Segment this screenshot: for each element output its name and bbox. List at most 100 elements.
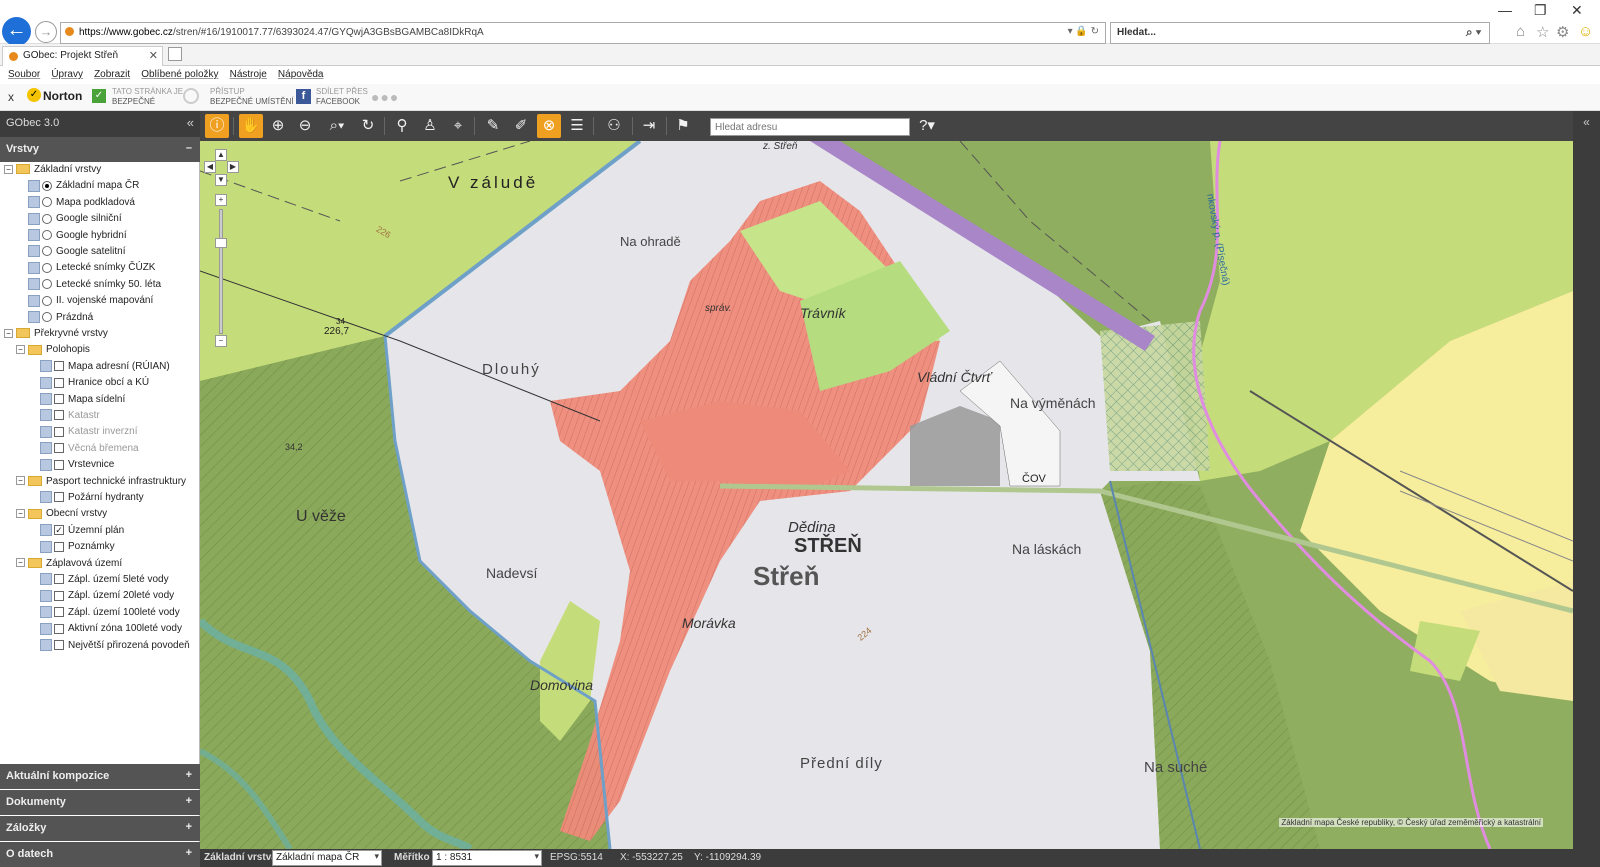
right-panel-strip[interactable]: « [1573,111,1600,867]
section-zalozky[interactable]: Záložky + [0,816,200,841]
info-tool-button[interactable]: ⓘ [205,114,229,138]
tree-group[interactable]: − Polohopis [16,342,90,358]
gps-tool-button[interactable]: ⌖ [446,114,470,138]
close-window-icon[interactable]: ✕ [1571,2,1583,19]
tree-expand-icon[interactable]: − [16,558,25,568]
menu-upravy[interactable]: Úpravy [51,69,83,80]
base-layer-option[interactable]: Google silniční [28,211,122,227]
tree-group[interactable]: − Překryvné vrstvy [4,326,108,342]
overlay-layer-option[interactable]: ✓ Územní plán [40,523,124,539]
tree-expand-icon[interactable]: − [4,328,13,338]
tree-group[interactable]: − Záplavová území [16,556,122,572]
base-layer-option[interactable]: Mapa podkladová [28,195,135,211]
base-layer-option[interactable]: Letecké snímky ČÚZK [28,260,155,276]
home-icon[interactable]: ⌂ [1516,23,1525,40]
restore-icon[interactable]: ❐ [1534,2,1547,19]
overlay-layer-option[interactable]: Hranice obcí a KÚ [40,375,149,391]
overlay-layer-option[interactable]: Aktivní zóna 100leté vody [40,621,182,637]
checkbox[interactable] [54,377,64,388]
menu-napoveda[interactable]: Nápověda [278,69,324,80]
checkbox[interactable] [54,607,64,618]
radio-button[interactable] [42,246,52,257]
overlay-layer-option[interactable]: Zápl. území 100leté vody [40,605,180,621]
browser-search-box[interactable]: Hledat... ⌕ ▾ [1110,22,1490,44]
help-button[interactable]: ?▾ [912,114,942,138]
lock-refresh-icon[interactable]: ▾ 🔒 ↻ [1068,26,1099,37]
forward-button[interactable]: → [35,21,57,43]
checkbox[interactable] [54,426,64,437]
radio-button[interactable] [42,295,52,306]
back-button[interactable]: ← [2,17,31,46]
section-dokumenty[interactable]: Dokumenty + [0,790,200,815]
base-layer-option[interactable]: Google satelitní [28,244,126,260]
radio-button[interactable] [42,279,52,290]
edit-tool-button[interactable]: ✐ [509,114,533,138]
collapse-icon[interactable]: – [186,142,192,154]
menu-zobrazit[interactable]: Zobrazit [94,69,130,80]
base-layer-option[interactable]: Google hybridní [28,228,127,244]
zoom-slider-handle[interactable] [215,238,227,248]
radio-button[interactable] [42,213,52,224]
tree-group[interactable]: − Obecní vrstvy [16,506,107,522]
base-layer-option[interactable]: Letecké snímky 50. léta [28,277,161,293]
address-bar[interactable]: https://www.gobec.cz/stren/#16/1910017.7… [60,22,1106,44]
map-canvas[interactable]: ▲ ◀ ▶ ▼ + − V záludě Na ohradě Dlouhý Tr… [200,141,1573,849]
norton-label[interactable]: Norton [43,89,82,103]
checkbox[interactable] [54,410,64,421]
checkbox[interactable] [54,459,64,470]
overlay-layer-option[interactable]: Největší přirozená povodeň [40,638,190,654]
pan-right-button[interactable]: ▶ [227,161,239,173]
tree-group[interactable]: − Základní vrstvy [4,162,101,178]
pan-tool-button[interactable]: ✋ [239,114,263,138]
section-o-datech[interactable]: O datech + [0,842,200,867]
list-tool-button[interactable]: ☰ [565,114,589,138]
tree-expand-icon[interactable]: − [16,476,25,486]
checkbox[interactable] [54,443,64,454]
tree-group[interactable]: − Pasport technické infrastruktury [16,474,186,490]
expand-icon[interactable]: + [186,821,192,833]
radio-button[interactable] [42,262,52,273]
smiley-feedback-icon[interactable]: ☺ [1578,23,1593,40]
menu-nastroje[interactable]: Nástroje [230,69,267,80]
base-layer-select[interactable]: Základní mapa ČR ▾ [272,850,382,866]
overlay-layer-option[interactable]: Katastr inverzní [40,424,137,440]
base-layer-option[interactable]: Prázdná [28,310,93,326]
scale-select[interactable]: 1 : 8531 ▾ [432,850,542,866]
new-tab-button[interactable] [168,47,182,61]
checkbox[interactable] [54,590,64,601]
section-aktualni-kompozice[interactable]: Aktuální kompozice + [0,764,200,789]
pan-down-button[interactable]: ▼ [215,174,227,186]
tree-expand-icon[interactable]: − [4,164,13,174]
checkbox[interactable] [54,393,64,404]
search-icon[interactable]: ⌕ ▾ [1466,25,1481,40]
overlay-layer-option[interactable]: Mapa adresní (RÚIAN) [40,359,170,375]
expand-icon[interactable]: + [186,769,192,781]
expand-icon[interactable]: + [186,795,192,807]
facebook-icon[interactable]: f [296,89,311,104]
expand-icon[interactable]: + [186,847,192,859]
zoom-out-tool-button[interactable]: ⊖ [293,114,317,138]
overlay-layer-option[interactable]: Vrstevnice [40,457,114,473]
checkbox[interactable] [54,361,64,372]
norton-close-icon[interactable]: x [8,90,14,104]
tree-expand-icon[interactable]: − [16,509,25,519]
tree-expand-icon[interactable]: − [16,345,25,355]
zoom-out-button[interactable]: − [215,335,227,347]
checkbox[interactable]: ✓ [54,525,64,536]
identify-tool-button[interactable]: ⚇ [600,114,628,138]
zoom-menu-button[interactable]: ⌕▾ [322,114,352,138]
overlay-layer-option[interactable]: Katastr [40,408,100,424]
zoom-slider-track[interactable] [219,209,223,334]
base-layer-option[interactable]: II. vojenské mapování [28,293,153,309]
checkbox[interactable] [54,492,64,503]
location-tool-button[interactable]: ⚲ [390,114,414,138]
checkbox[interactable] [54,623,64,634]
bookmark-tool-button[interactable]: ⚑ [671,114,695,138]
person-location-button[interactable]: ♙ [418,114,442,138]
layers-section-header[interactable]: Vrstvy – [0,137,200,162]
overlay-layer-option[interactable]: Zápl. území 20leté vody [40,588,174,604]
base-layer-option[interactable]: Základní mapa ČR [28,178,139,194]
radio-button[interactable] [42,311,52,322]
refresh-tool-button[interactable]: ↻ [356,114,380,138]
zoom-in-tool-button[interactable]: ⊕ [266,114,290,138]
